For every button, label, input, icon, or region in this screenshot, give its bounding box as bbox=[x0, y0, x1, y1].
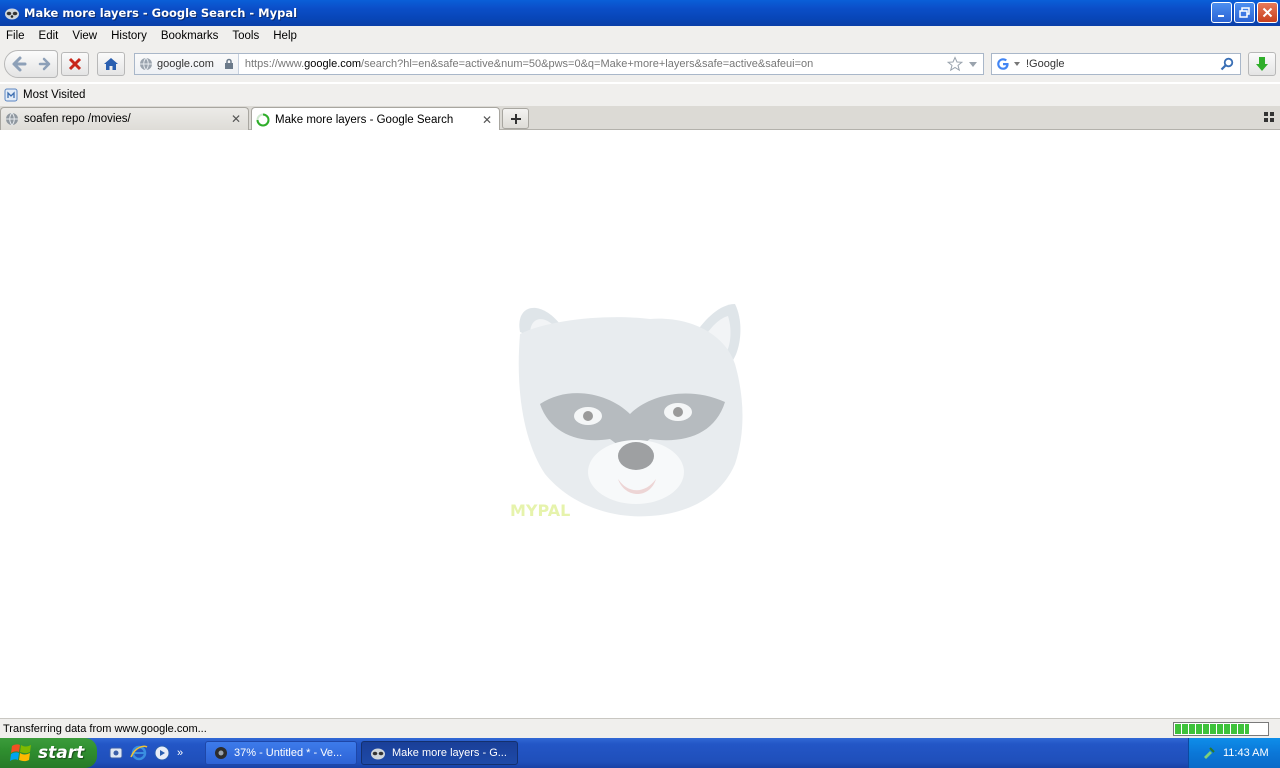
menu-history[interactable]: History bbox=[104, 30, 154, 42]
close-icon bbox=[1262, 7, 1273, 18]
title-bar: Make more layers - Google Search - Mypal bbox=[0, 0, 1280, 26]
most-visited-label: Most Visited bbox=[23, 89, 86, 101]
system-tray: 11:43 AM bbox=[1188, 738, 1280, 768]
tab-strip: soafen repo /movies/ ✕ Make more layers … bbox=[0, 106, 1280, 131]
downloads-button[interactable] bbox=[1248, 52, 1276, 76]
task-mypal-browser[interactable]: Make more layers - G... bbox=[361, 741, 518, 765]
status-bar: Transferring data from www.google.com... bbox=[0, 718, 1280, 738]
ql-settings-icon[interactable] bbox=[106, 743, 125, 762]
quick-launch: » bbox=[106, 743, 183, 762]
plus-icon bbox=[510, 113, 521, 124]
taskbar: start » 37% - Untitled * - Ve... Make mo… bbox=[0, 738, 1280, 768]
url-rest: /search?hl=en&safe=active&num=50&pws=0&q… bbox=[361, 58, 814, 70]
stop-button[interactable] bbox=[61, 52, 89, 76]
tab-close-icon[interactable]: ✕ bbox=[229, 112, 243, 126]
menu-help[interactable]: Help bbox=[266, 30, 304, 42]
window-controls bbox=[1211, 2, 1278, 23]
most-visited-folder-icon bbox=[4, 88, 18, 102]
stop-icon bbox=[68, 57, 82, 71]
tab-google-search[interactable]: Make more layers - Google Search ✕ bbox=[251, 107, 500, 131]
close-button[interactable] bbox=[1257, 2, 1278, 23]
ql-media-player-icon[interactable] bbox=[152, 743, 171, 762]
progress-meter bbox=[1173, 722, 1269, 736]
minimize-button[interactable] bbox=[1211, 2, 1232, 23]
menu-tools[interactable]: Tools bbox=[225, 30, 266, 42]
back-forward-group bbox=[4, 50, 58, 78]
progress-fill bbox=[1175, 724, 1249, 734]
bookmark-most-visited[interactable]: Most Visited bbox=[0, 88, 85, 102]
site-identity-button[interactable]: google.com bbox=[135, 54, 239, 74]
forward-arrow-icon bbox=[38, 57, 51, 71]
task-video-editor[interactable]: 37% - Untitled * - Ve... bbox=[205, 741, 357, 765]
menu-edit[interactable]: Edit bbox=[32, 30, 66, 42]
menu-bookmarks[interactable]: Bookmarks bbox=[154, 30, 226, 42]
bookmarks-toolbar: Most Visited bbox=[0, 84, 1280, 106]
globe-icon bbox=[140, 57, 152, 71]
search-bar[interactable]: !Google bbox=[991, 53, 1241, 75]
tab-label: Make more layers - Google Search bbox=[275, 113, 454, 126]
menu-view[interactable]: View bbox=[65, 30, 104, 42]
url-end-buttons bbox=[947, 56, 983, 72]
restore-icon bbox=[1239, 7, 1250, 18]
start-button[interactable]: start bbox=[0, 738, 97, 768]
mypal-app-icon[interactable] bbox=[4, 5, 20, 21]
restore-button[interactable] bbox=[1234, 2, 1255, 23]
clock[interactable]: 11:43 AM bbox=[1223, 747, 1269, 759]
menu-file[interactable]: File bbox=[0, 30, 32, 42]
search-engine-button[interactable] bbox=[992, 57, 1026, 71]
page-content: MYPAL bbox=[0, 130, 1280, 718]
url-dropdown-icon[interactable] bbox=[967, 58, 979, 70]
task-label: 37% - Untitled * - Ve... bbox=[234, 747, 343, 759]
engine-dropdown-icon bbox=[1014, 62, 1020, 66]
tab-close-icon[interactable]: ✕ bbox=[480, 113, 494, 127]
mypal-task-icon bbox=[371, 748, 385, 760]
url-host: google.com bbox=[304, 58, 362, 70]
back-button[interactable] bbox=[5, 51, 33, 77]
new-tab-button[interactable] bbox=[502, 108, 529, 129]
google-g-icon bbox=[997, 58, 1009, 70]
home-button[interactable] bbox=[97, 52, 125, 76]
minimize-icon bbox=[1217, 14, 1224, 17]
url-text[interactable]: https://www.google.com/search?hl=en&safe… bbox=[239, 58, 947, 70]
url-bar[interactable]: google.com https://www.google.com/search… bbox=[134, 53, 984, 75]
back-arrow-icon bbox=[12, 56, 27, 72]
tab-soafen-repo[interactable]: soafen repo /movies/ ✕ bbox=[0, 107, 249, 130]
task-label: Make more layers - G... bbox=[392, 747, 507, 759]
loading-throbber-icon bbox=[256, 113, 270, 126]
logo-caption: MYPAL bbox=[510, 501, 570, 520]
tab-label: soafen repo /movies/ bbox=[24, 113, 131, 125]
bookmark-star-icon[interactable] bbox=[947, 56, 963, 72]
mypal-raccoon-logo: MYPAL bbox=[510, 304, 743, 520]
menu-bar: File Edit View History Bookmarks Tools H… bbox=[0, 26, 1280, 46]
globe-favicon-icon bbox=[6, 112, 18, 126]
safely-remove-hardware-icon[interactable] bbox=[1201, 745, 1217, 761]
windows-logo-icon bbox=[10, 744, 31, 762]
start-label: start bbox=[38, 743, 85, 763]
url-prefix: https://www. bbox=[244, 58, 305, 70]
download-arrow-icon bbox=[1256, 57, 1268, 71]
forward-button[interactable] bbox=[34, 51, 56, 77]
status-text: Transferring data from www.google.com... bbox=[3, 722, 207, 735]
search-input[interactable]: !Google bbox=[1026, 58, 1220, 70]
navigation-toolbar: google.com https://www.google.com/search… bbox=[0, 46, 1280, 82]
search-icon[interactable] bbox=[1220, 57, 1234, 71]
tab-grid-icon[interactable] bbox=[1264, 112, 1274, 122]
editor-app-icon bbox=[215, 747, 227, 759]
ql-internet-explorer-icon[interactable] bbox=[129, 743, 148, 762]
identity-domain: google.com bbox=[157, 58, 214, 70]
home-icon bbox=[104, 58, 118, 70]
lock-icon bbox=[224, 58, 233, 69]
window-title: Make more layers - Google Search - Mypal bbox=[24, 6, 298, 20]
quick-launch-more-button[interactable]: » bbox=[177, 747, 183, 759]
